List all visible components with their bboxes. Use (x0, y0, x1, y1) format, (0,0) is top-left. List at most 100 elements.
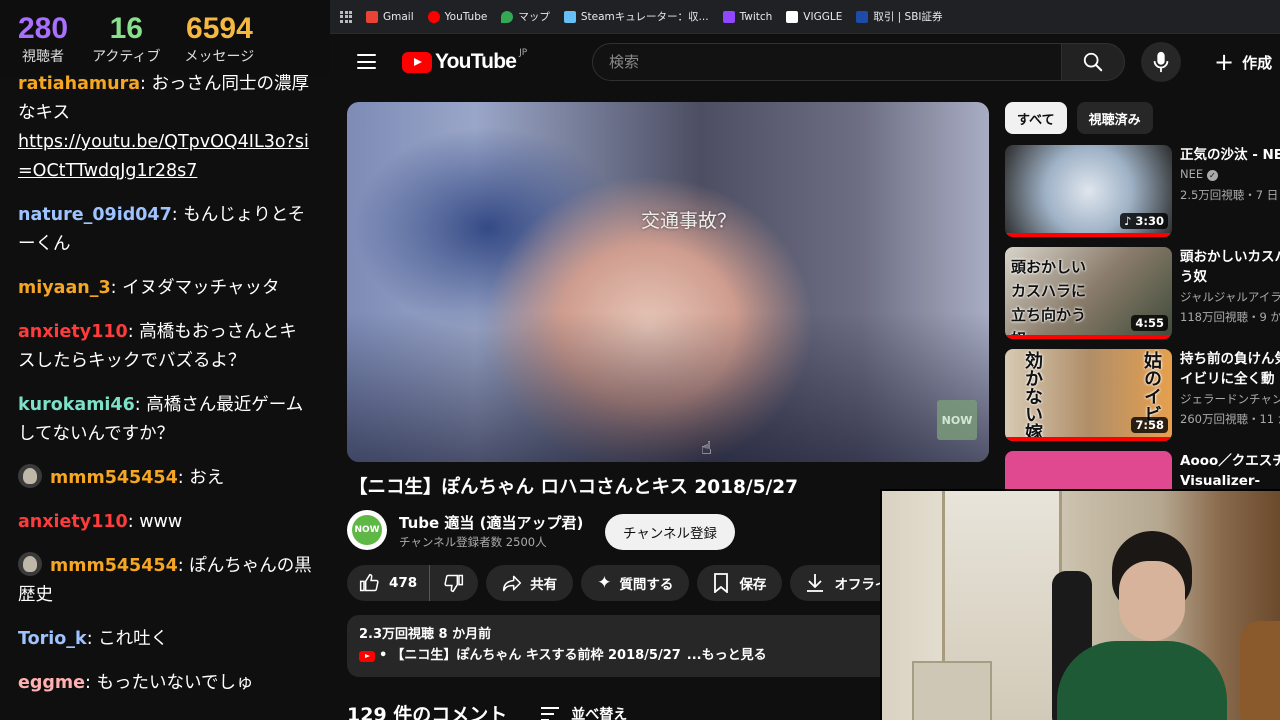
subscribe-button[interactable]: チャンネル登録 (605, 514, 735, 550)
like-button[interactable]: 478 (347, 565, 431, 601)
chat-link[interactable]: https://youtu.be/QTpvOQ4IL3o?si=OCtTTwdq… (18, 132, 309, 181)
video-title: 【ニコ生】ぽんちゃん ロハコさんとキス 2018/5/27 (349, 477, 798, 498)
like-dislike-group: 478 (347, 565, 479, 601)
search-input[interactable] (593, 44, 1061, 80)
chip-all[interactable]: すべて (1005, 102, 1067, 134)
watch-progress-bar (1005, 335, 1172, 339)
webcam-overlay (880, 489, 1280, 720)
thumbs-up-icon (359, 573, 379, 592)
ask-label: 質問する (619, 577, 674, 593)
search-box (592, 43, 1062, 81)
bookmark-viggle[interactable]: VIGGLE (786, 10, 843, 23)
chat-message: mmm545454: ぽんちゃんの黒歴史 (0, 552, 330, 610)
share-icon (503, 575, 522, 592)
download-icon (807, 574, 824, 592)
youtube-play-icon (402, 51, 432, 73)
channel-subscribers: チャンネル登録者数 2500人 (399, 535, 547, 549)
active-label: アクティブ (92, 49, 161, 65)
thumbnail-text: 姑のイビ (1141, 351, 1162, 423)
chat-username: ratiahamura (18, 74, 141, 94)
youtube-header: YouTube JP + 作成 (330, 34, 1280, 90)
chat-username: Torio_k (18, 629, 87, 649)
video-duration: ♪ 3:30 (1120, 213, 1168, 229)
stream-stats: 280 視聴者 16 アクティブ 6594 メッセージ (0, 0, 330, 76)
recommended-video[interactable]: ♪ 3:30 正気の沙汰 - NEE NEE ✓ 2.5万回視聴・7 日 (1005, 145, 1280, 237)
viggle-icon (786, 10, 799, 23)
sparkle-icon: ✦ (597, 573, 612, 593)
like-count: 478 (389, 575, 418, 591)
message-count: 6594 (186, 12, 253, 45)
channel-avatar[interactable]: NOW (347, 510, 387, 550)
region-code: JP (519, 48, 528, 58)
chat-text: : www (127, 512, 183, 532)
map-pin-icon (501, 10, 514, 23)
chat-message: ratiahamura: おっさん同士の濃厚なキス https://youtu.… (0, 70, 330, 186)
dislike-button[interactable] (430, 565, 478, 601)
description-box[interactable]: 2.3万回視聴 8 か月前 • 【ニコ生】ぽんちゃん キスする前枠 2018/5… (347, 615, 967, 677)
bookmark-twitch[interactable]: Twitch (722, 10, 772, 23)
watermark-logo: NOW (937, 400, 977, 440)
hand-cursor-icon: ☝ (701, 438, 712, 459)
youtube-logo[interactable]: YouTube JP (402, 48, 528, 74)
video-thumbnail[interactable]: 効かない嫁 姑のイビ 7:58 (1005, 349, 1172, 441)
ask-button[interactable]: ✦ 質問する (581, 565, 690, 601)
bookmark-sbi[interactable]: 取引 | SBI証券 (856, 9, 943, 24)
video-title[interactable]: 持ち前の負けん気 イビリに全く動 (1180, 349, 1280, 389)
save-button[interactable]: 保存 (697, 565, 783, 601)
channel-name: ジェラードンチャン (1180, 392, 1280, 406)
bookmark-youtube[interactable]: YouTube (427, 10, 488, 23)
bookmark-gmail[interactable]: Gmail (366, 10, 414, 23)
thumbs-down-icon (444, 574, 464, 593)
share-button[interactable]: 共有 (486, 565, 574, 601)
channel-row: NOW Tube 適当 (適当アップ君) チャンネル登録者数 2500人 チャン… (347, 510, 967, 554)
create-button[interactable]: + 作成 (1214, 46, 1272, 78)
bookmark-label: YouTube (444, 10, 488, 23)
channel-name: ジャルジャルアイラ (1180, 290, 1280, 304)
chat-text: : イヌダマッチャッタ (110, 278, 280, 298)
chat-text: : おえ (177, 468, 225, 488)
video-thumbnail[interactable]: 頭おかしい カスハラに 立ち向かう奴 4:55 (1005, 247, 1172, 339)
create-label: 作成 (1242, 53, 1273, 72)
voice-search-button[interactable] (1141, 42, 1181, 82)
bookmark-label: VIGGLE (803, 10, 843, 23)
views-age: 2.3万回視聴 8 か月前 (359, 627, 492, 642)
description-bullet: • (379, 648, 388, 663)
description-text: 【ニコ生】ぽんちゃん キスする前枠 2018/5/27 (391, 648, 681, 663)
chat-message: miyaan_3: イヌダマッチャッタ (0, 274, 330, 303)
video-title[interactable]: Aooo／クエスチ Visualizer- (1180, 451, 1280, 491)
chat-message: kurokami46: 高橋さん最近ゲームしてないんですか？ (0, 391, 330, 449)
chat-message: anxiety110: 高橋もおっさんとキスしたらキックでバズるよ？ (0, 318, 330, 376)
video-thumbnail[interactable]: ♪ 3:30 (1005, 145, 1172, 237)
channel-name[interactable]: Tube 適当 (適当アップ君) (399, 512, 583, 533)
guitar (1240, 621, 1280, 720)
show-more-link[interactable]: ...もっと見る (687, 645, 767, 667)
video-caption: 交通事故？ (641, 210, 737, 232)
chat-messages: ratiahamura: おっさん同士の濃厚なキス https://youtu.… (0, 70, 330, 713)
chat-message: nature_09id047: もんじょりとそーくん (0, 201, 330, 259)
bookmark-steam[interactable]: Steamキュレーター：収... (563, 9, 709, 24)
video-title[interactable]: 正気の沙汰 - NEE (1180, 145, 1280, 165)
microphone-icon (1153, 51, 1169, 73)
recommended-video[interactable]: 効かない嫁 姑のイビ 7:58 持ち前の負けん気 イビリに全く動 ジェラードンチャ… (1005, 349, 1280, 441)
chip-watched[interactable]: 視聴済み (1076, 102, 1153, 134)
video-title[interactable]: 頭おかしいカスハ う奴 (1180, 247, 1280, 287)
channel-name: NEE ✓ (1180, 167, 1218, 181)
bookmark-icon (714, 573, 729, 593)
search-icon (1083, 52, 1103, 72)
recommended-video[interactable]: 頭おかしい カスハラに 立ち向かう奴 4:55 頭おかしいカスハう奴 ジャルジャ… (1005, 247, 1280, 339)
active-count: 16 (109, 12, 143, 45)
sort-button[interactable]: 並べ替え (541, 704, 627, 720)
viewer-stat: 280 視聴者 (18, 0, 68, 76)
video-player[interactable]: 交通事故？ NOW (347, 102, 989, 462)
message-stat: 6594 メッセージ (185, 0, 255, 76)
chat-username: eggme (18, 673, 86, 693)
logo-wordmark: YouTube (435, 50, 517, 73)
search-button[interactable] (1061, 43, 1125, 81)
bookmark-label: Gmail (383, 10, 414, 23)
menu-icon[interactable] (357, 54, 376, 69)
twitch-icon (722, 10, 735, 23)
bookmark-maps[interactable]: マップ (501, 9, 550, 24)
apps-grid-icon[interactable] (340, 10, 352, 23)
chat-username: mmm545454 (50, 468, 178, 488)
watch-progress-bar (1005, 437, 1172, 441)
